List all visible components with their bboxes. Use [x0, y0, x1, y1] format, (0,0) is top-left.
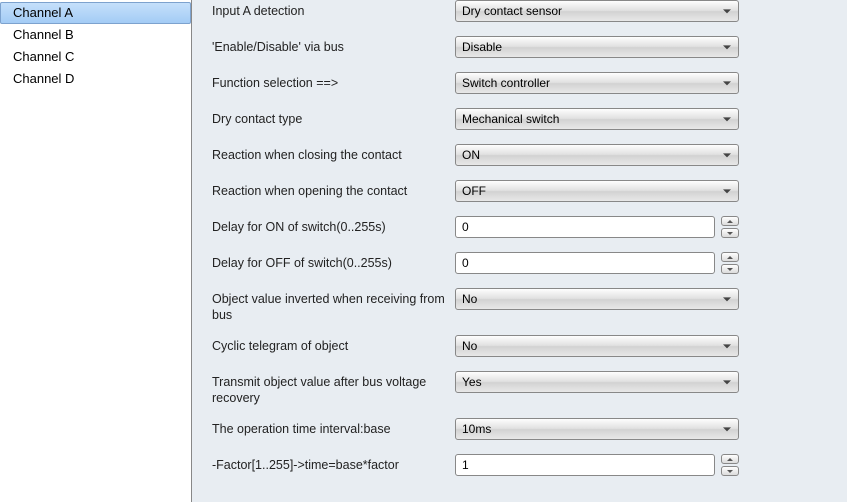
dropdown-value: Yes: [462, 375, 482, 389]
label-object-inverted: Object value inverted when receiving fro…: [212, 288, 455, 323]
sidebar-item-label: Channel A: [13, 5, 73, 20]
spinner-down-icon[interactable]: [721, 466, 739, 476]
label-dry-contact-type: Dry contact type: [212, 108, 455, 127]
label-function-selection: Function selection ==>: [212, 72, 455, 91]
settings-panel: Input A detection Dry contact sensor 'En…: [192, 0, 847, 502]
sidebar-item-channel-c[interactable]: Channel C: [0, 46, 191, 68]
label-operation-interval: The operation time interval:base: [212, 418, 455, 437]
sidebar-item-channel-d[interactable]: Channel D: [0, 68, 191, 90]
field-operation-interval: The operation time interval:base 10ms: [212, 418, 835, 442]
label-factor: -Factor[1..255]->time=base*factor: [212, 454, 455, 473]
field-factor: -Factor[1..255]->time=base*factor: [212, 454, 835, 478]
input-delay-on[interactable]: [455, 216, 715, 238]
spinner-down-icon[interactable]: [721, 264, 739, 274]
numeric-delay-off: [455, 252, 739, 274]
label-delay-on: Delay for ON of switch(0..255s): [212, 216, 455, 235]
channel-sidebar: Channel A Channel B Channel C Channel D: [0, 0, 192, 502]
label-transmit-recovery: Transmit object value after bus voltage …: [212, 371, 455, 406]
dropdown-object-inverted[interactable]: No: [455, 288, 739, 310]
spinner-up-icon[interactable]: [721, 454, 739, 464]
field-transmit-recovery: Transmit object value after bus voltage …: [212, 371, 835, 406]
label-enable-disable: 'Enable/Disable' via bus: [212, 36, 455, 55]
dropdown-input-detection[interactable]: Dry contact sensor: [455, 0, 739, 22]
field-enable-disable: 'Enable/Disable' via bus Disable: [212, 36, 835, 60]
field-reaction-close: Reaction when closing the contact ON: [212, 144, 835, 168]
field-delay-on: Delay for ON of switch(0..255s): [212, 216, 835, 240]
dropdown-reaction-close[interactable]: ON: [455, 144, 739, 166]
field-cyclic-telegram: Cyclic telegram of object No: [212, 335, 835, 359]
dropdown-reaction-open[interactable]: OFF: [455, 180, 739, 202]
label-cyclic-telegram: Cyclic telegram of object: [212, 335, 455, 354]
dropdown-value: OFF: [462, 184, 486, 198]
field-input-detection: Input A detection Dry contact sensor: [212, 0, 835, 24]
input-delay-off[interactable]: [455, 252, 715, 274]
field-function-selection: Function selection ==> Switch controller: [212, 72, 835, 96]
dropdown-value: Dry contact sensor: [462, 4, 562, 18]
dropdown-value: No: [462, 292, 477, 306]
dropdown-enable-disable[interactable]: Disable: [455, 36, 739, 58]
dropdown-transmit-recovery[interactable]: Yes: [455, 371, 739, 393]
dropdown-value: No: [462, 339, 477, 353]
spinner-factor: [721, 454, 739, 476]
field-object-inverted: Object value inverted when receiving fro…: [212, 288, 835, 323]
sidebar-item-label: Channel B: [13, 27, 74, 42]
field-delay-off: Delay for OFF of switch(0..255s): [212, 252, 835, 276]
numeric-delay-on: [455, 216, 739, 238]
dropdown-value: 10ms: [462, 422, 491, 436]
label-delay-off: Delay for OFF of switch(0..255s): [212, 252, 455, 271]
dropdown-function-selection[interactable]: Switch controller: [455, 72, 739, 94]
field-reaction-open: Reaction when opening the contact OFF: [212, 180, 835, 204]
dropdown-value: ON: [462, 148, 480, 162]
dropdown-value: Disable: [462, 40, 502, 54]
dropdown-operation-interval[interactable]: 10ms: [455, 418, 739, 440]
sidebar-item-channel-b[interactable]: Channel B: [0, 24, 191, 46]
dropdown-cyclic-telegram[interactable]: No: [455, 335, 739, 357]
dropdown-value: Mechanical switch: [462, 112, 559, 126]
spinner-down-icon[interactable]: [721, 228, 739, 238]
spinner-up-icon[interactable]: [721, 216, 739, 226]
dropdown-dry-contact-type[interactable]: Mechanical switch: [455, 108, 739, 130]
field-dry-contact-type: Dry contact type Mechanical switch: [212, 108, 835, 132]
dropdown-value: Switch controller: [462, 76, 550, 90]
spinner-delay-on: [721, 216, 739, 238]
label-input-detection: Input A detection: [212, 0, 455, 19]
input-factor[interactable]: [455, 454, 715, 476]
spinner-up-icon[interactable]: [721, 252, 739, 262]
sidebar-item-channel-a[interactable]: Channel A: [0, 2, 191, 24]
sidebar-item-label: Channel C: [13, 49, 74, 64]
spinner-delay-off: [721, 252, 739, 274]
numeric-factor: [455, 454, 739, 476]
label-reaction-open: Reaction when opening the contact: [212, 180, 455, 199]
label-reaction-close: Reaction when closing the contact: [212, 144, 455, 163]
sidebar-item-label: Channel D: [13, 71, 74, 86]
